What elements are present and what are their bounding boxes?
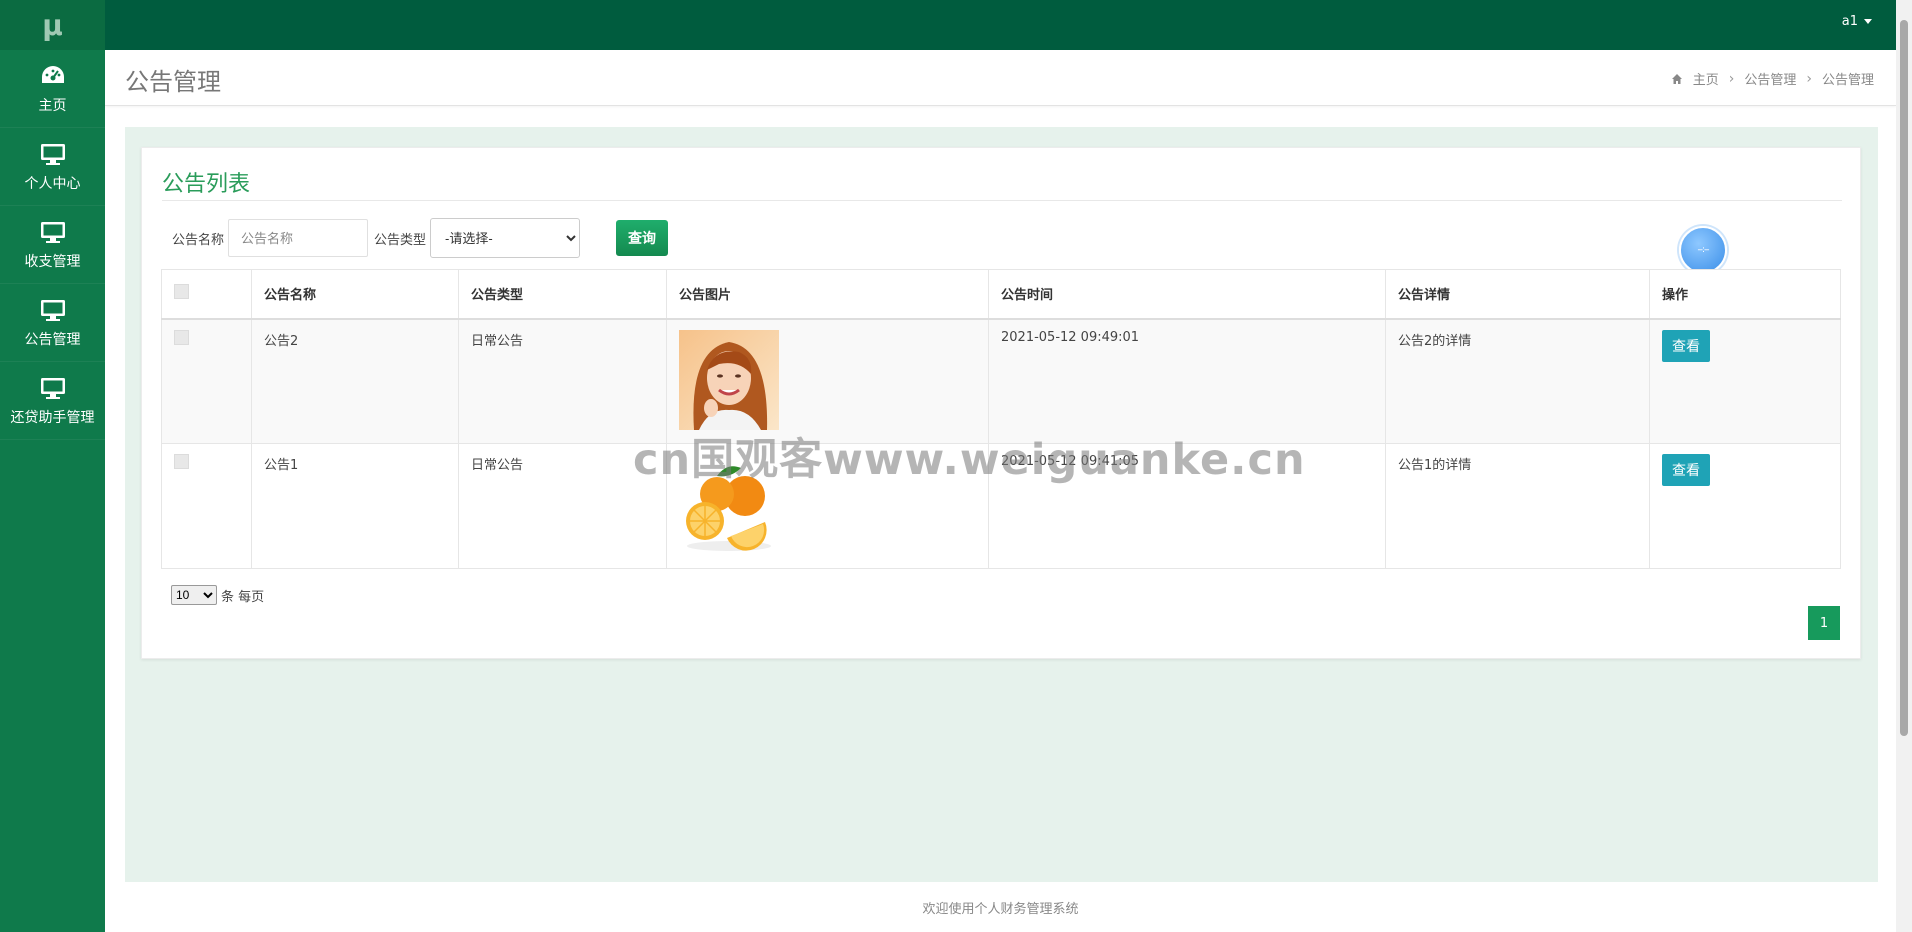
page-title: 公告管理 (125, 68, 221, 96)
monitor-icon (40, 143, 65, 165)
query-button[interactable]: 查询 (616, 220, 669, 256)
table-header-row: 公告名称 公告类型 公告图片 公告时间 公告详情 操作 (161, 269, 1841, 320)
col-header-action: 操作 (1649, 269, 1841, 320)
notice-type: 日常公告 (458, 443, 667, 569)
sidebar-item-home[interactable]: 主页 (0, 50, 105, 128)
table-row: 公告2 日常公告 2021-05-12 09:49:01 公告2的详情 查看 (161, 318, 1841, 444)
breadcrumb-home[interactable]: 主页 (1693, 69, 1719, 88)
dashboard-icon (41, 65, 64, 83)
type-select[interactable]: -请选择- (430, 218, 581, 258)
notice-name: 公告2 (251, 318, 459, 444)
select-all-checkbox[interactable] (174, 284, 189, 300)
name-search-input[interactable] (228, 219, 369, 257)
sidebar-item-label: 还贷助手管理 (10, 409, 95, 426)
view-button[interactable]: 查看 (1662, 329, 1710, 362)
sidebar-item-finance[interactable]: 收支管理 (0, 206, 105, 284)
sidebar-item-label: 个人中心 (24, 175, 81, 192)
caret-down-icon (1864, 19, 1872, 24)
oranges-image (679, 454, 779, 554)
topbar: a1 (105, 0, 1912, 50)
table-row: 公告1 日常公告 2021-05-12 09:41:05 公告1的详情 查看 (161, 443, 1841, 569)
notice-time: 2021-05-12 09:41:05 (988, 443, 1386, 569)
sidebar-item-profile[interactable]: 个人中心 (0, 128, 105, 206)
page-size-select[interactable]: 10 (171, 585, 217, 605)
page-size-suffix: 条 每页 (221, 589, 265, 605)
notice-time: 2021-05-12 09:49:01 (988, 318, 1386, 444)
col-header-name: 公告名称 (251, 269, 459, 320)
home-icon (1671, 73, 1682, 84)
col-header-time: 公告时间 (988, 269, 1386, 320)
search-bar: 公告名称 公告类型 -请选择- 查询 (172, 218, 669, 258)
row-select-cell (161, 318, 252, 444)
view-button[interactable]: 查看 (1662, 454, 1710, 486)
user-name: a1 (1841, 14, 1858, 29)
app-logo[interactable]: μ (0, 0, 105, 50)
notice-image-cell (666, 443, 989, 569)
notice-table: 公告名称 公告类型 公告图片 公告时间 公告详情 操作 公告2 日常公告 202… (161, 269, 1841, 569)
name-label: 公告名称 (172, 232, 225, 248)
chevron-right-icon: › (1806, 70, 1812, 87)
monitor-icon (40, 377, 65, 399)
page-size-control: 10 条 每页 (171, 585, 264, 605)
action-cell: 查看 (1649, 318, 1841, 444)
breadcrumb: 主页 › 公告管理 › 公告管理 (1671, 69, 1874, 88)
notice-type: 日常公告 (458, 318, 667, 444)
col-header-type: 公告类型 (458, 269, 667, 320)
scrollbar-thumb[interactable] (1900, 20, 1908, 736)
breadcrumb-current: 公告管理 (1821, 73, 1874, 88)
floating-clock-ball[interactable]: --:-- (1679, 226, 1727, 274)
sidebar: μ 主页 个人中心 收支管理 公告管理 还贷助手管理 (0, 0, 105, 932)
chevron-right-icon: › (1728, 70, 1735, 87)
page-header: 公告管理 主页 › 公告管理 › 公告管理 (105, 50, 1896, 106)
user-menu[interactable]: a1 (1842, 14, 1872, 29)
footer: 欢迎使用个人财务管理系统 (105, 882, 1896, 932)
page-scrollbar[interactable] (1896, 0, 1912, 932)
notice-detail: 公告2的详情 (1385, 318, 1650, 444)
page-number-button[interactable]: 1 (1808, 606, 1840, 640)
action-cell: 查看 (1649, 443, 1841, 569)
row-checkbox[interactable] (174, 329, 189, 345)
panel-title: 公告列表 (162, 172, 251, 197)
monitor-icon (40, 221, 65, 243)
type-label: 公告类型 (374, 232, 427, 248)
woman-portrait-image (679, 329, 779, 430)
sidebar-item-label: 主页 (38, 97, 67, 114)
sidebar-item-loan-helper[interactable]: 还贷助手管理 (0, 362, 105, 440)
col-header-image: 公告图片 (666, 269, 989, 320)
select-all-cell (161, 269, 252, 320)
sidebar-item-notice[interactable]: 公告管理 (0, 284, 105, 362)
row-select-cell (161, 443, 252, 569)
col-header-detail: 公告详情 (1385, 269, 1650, 320)
notice-name: 公告1 (251, 443, 459, 569)
notice-image-cell (666, 318, 989, 444)
notice-detail: 公告1的详情 (1385, 443, 1650, 569)
sidebar-item-label: 收支管理 (24, 253, 81, 270)
monitor-icon (40, 299, 65, 321)
breadcrumb-item[interactable]: 公告管理 (1744, 69, 1796, 88)
sidebar-item-label: 公告管理 (24, 331, 81, 348)
row-checkbox[interactable] (174, 454, 189, 469)
divider (162, 200, 1842, 201)
